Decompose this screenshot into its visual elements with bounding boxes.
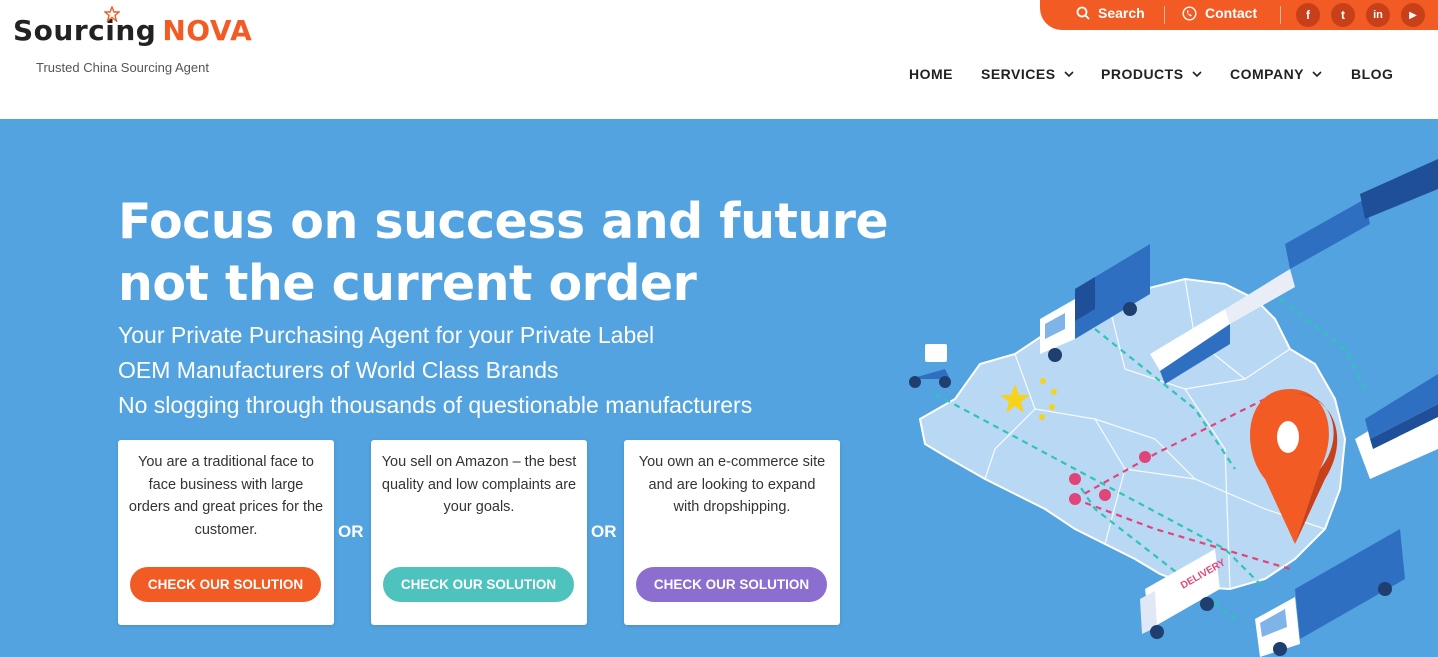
ship-icon — [1355, 374, 1438, 479]
contact-label: Contact — [1205, 5, 1258, 21]
nav-products-label: PRODUCTS — [1101, 66, 1184, 82]
scooter-icon — [909, 344, 951, 388]
nav-services-label: SERVICES — [981, 66, 1056, 82]
nav-company-label: COMPANY — [1230, 66, 1305, 82]
check-solution-button-amazon[interactable]: CHECK OUR SOLUTION — [383, 567, 574, 602]
nav-home[interactable]: HOME — [909, 66, 953, 82]
logo-name-part2: NOVA — [162, 14, 253, 47]
solution-card-amazon: You sell on Amazon – the best quality an… — [371, 440, 587, 625]
contact-link[interactable]: Contact — [1182, 5, 1257, 21]
nav-company[interactable]: COMPANY — [1230, 66, 1322, 82]
chevron-down-icon — [1063, 70, 1074, 77]
card-description: You sell on Amazon – the best quality an… — [381, 454, 577, 515]
nav-blog-label: BLOG — [1351, 66, 1394, 82]
solution-card-ecommerce: You own an e-commerce site and are looki… — [624, 440, 840, 625]
or-separator: OR — [338, 522, 364, 541]
nav-home-label: HOME — [909, 66, 953, 82]
check-solution-button-ecommerce[interactable]: CHECK OUR SOLUTION — [636, 567, 827, 602]
nav-products[interactable]: PRODUCTS — [1101, 66, 1202, 82]
nav-blog[interactable]: BLOG — [1351, 66, 1393, 82]
hero-subtitle-2: OEM Manufacturers of World Class Brands — [118, 357, 559, 383]
logo[interactable]: Sourcing NOVA Trusted China Sourcing Agen… — [13, 6, 253, 75]
top-utility-bar: Search Contact f t in ▶ — [1040, 0, 1438, 30]
divider — [1164, 6, 1165, 24]
or-separator: OR — [591, 522, 617, 541]
card-description: You own an e-commerce site and are looki… — [638, 454, 826, 515]
twitter-icon[interactable]: t — [1331, 3, 1355, 27]
search-link[interactable]: Search — [1076, 5, 1145, 21]
hero-subtitle-3: No slogging through thousands of questio… — [118, 392, 753, 418]
divider — [1280, 6, 1281, 24]
hero-headline-line2: not the current order — [118, 255, 697, 312]
hero-headline-line1: Focus on success and future — [118, 193, 889, 250]
chevron-down-icon — [1191, 70, 1202, 77]
search-icon — [1076, 6, 1090, 20]
solution-card-traditional: You are a traditional face to face busin… — [118, 440, 334, 625]
star-icon — [104, 6, 120, 22]
phone-icon — [1182, 5, 1197, 21]
logo-tagline: Trusted China Sourcing Agent — [36, 60, 209, 75]
linkedin-icon[interactable]: in — [1366, 3, 1390, 27]
facebook-icon[interactable]: f — [1296, 3, 1320, 27]
hero-subtitle-1: Your Private Purchasing Agent for your P… — [118, 322, 655, 348]
hero-section: Focus on success and future not the curr… — [0, 119, 1438, 657]
hero-headline: Focus on success and future not the curr… — [118, 191, 918, 315]
logistics-map-illustration: DELIVERY — [909, 159, 1438, 657]
logo-wordmark: Sourcing NOVA — [13, 6, 253, 47]
logo-name-part1: Sourcing — [13, 14, 157, 47]
youtube-icon[interactable]: ▶ — [1401, 3, 1425, 27]
card-description: You are a traditional face to face busin… — [128, 454, 324, 538]
check-solution-button-traditional[interactable]: CHECK OUR SOLUTION — [130, 567, 321, 602]
search-label: Search — [1098, 5, 1145, 21]
site-header: Sourcing NOVA Trusted China Sourcing Agen… — [0, 0, 1438, 119]
chevron-down-icon — [1312, 70, 1322, 77]
nav-services[interactable]: SERVICES — [981, 66, 1074, 82]
